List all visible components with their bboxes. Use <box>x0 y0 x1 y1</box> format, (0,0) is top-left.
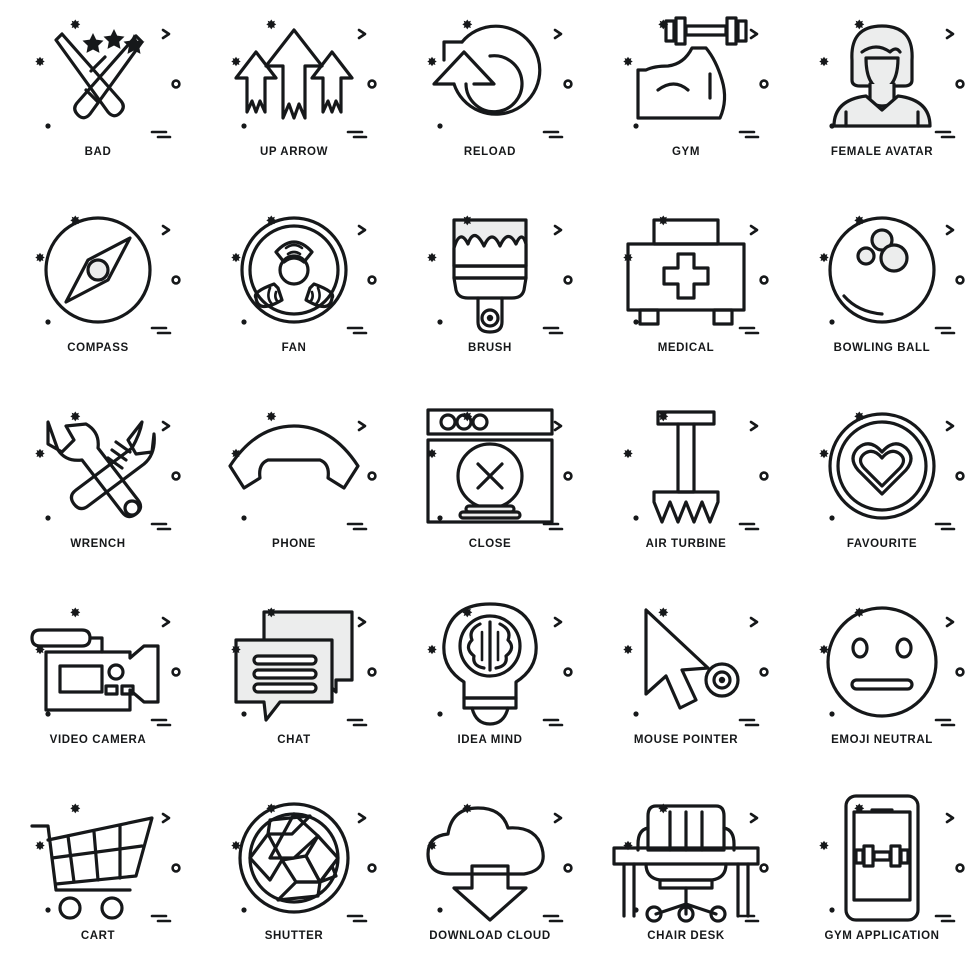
icon-tile-download-cloud[interactable]: DOWNLOAD CLOUD <box>392 784 588 980</box>
shoulder-video-camera-icon <box>12 596 184 728</box>
icon-label: COMPASS <box>67 342 129 354</box>
icon-label: EMOJI NEUTRAL <box>831 734 933 746</box>
icon-label: BOWLING BALL <box>833 342 931 354</box>
icon-tile-fan[interactable]: FAN <box>196 196 392 392</box>
icon-label: CLOSE <box>468 538 512 550</box>
icon-label: IDEA MIND <box>457 734 523 746</box>
three-blade-fan-in-circle-icon <box>208 204 380 336</box>
paint-brush-with-paint-icon <box>404 204 576 336</box>
icon-label: GYM <box>672 146 700 158</box>
icon-tile-compass[interactable]: COMPASS <box>0 196 196 392</box>
camera-aperture-blades-icon <box>208 792 380 924</box>
crossed-wrenches-icon <box>12 400 184 532</box>
icon-tile-female-avatar[interactable]: FEMALE AVATAR <box>784 0 980 196</box>
icon-tile-close[interactable]: CLOSE <box>392 392 588 588</box>
icon-tile-air-turbine[interactable]: AIR TURBINE <box>588 392 784 588</box>
icon-tile-bad[interactable]: BAD <box>0 0 196 196</box>
three-upward-arrows-icon <box>208 8 380 140</box>
icon-tile-brush[interactable]: BRUSH <box>392 196 588 392</box>
icon-label: PHONE <box>272 538 316 550</box>
icon-tile-shutter[interactable]: SHUTTER <box>196 784 392 980</box>
icon-tile-phone[interactable]: PHONE <box>196 392 392 588</box>
browser-window-with-x-icon <box>404 400 576 532</box>
icon-tile-wrench[interactable]: WRENCH <box>0 392 196 588</box>
icon-tile-idea-mind[interactable]: IDEA MIND <box>392 588 588 784</box>
icon-tile-favourite[interactable]: FAVOURITE <box>784 392 980 588</box>
office-desk-and-chair-icon <box>600 792 772 924</box>
icon-label: BRUSH <box>468 342 512 354</box>
icon-label: MEDICAL <box>657 342 715 354</box>
icon-label: GYM APPLICATION <box>824 930 940 942</box>
icon-label: MOUSE POINTER <box>633 734 739 746</box>
cloud-with-down-arrow-icon <box>404 792 576 924</box>
cursor-arrow-with-target-icon <box>600 596 772 728</box>
icon-tile-chair-desk[interactable]: CHAIR DESK <box>588 784 784 980</box>
icon-tile-chat[interactable]: CHAT <box>196 588 392 784</box>
crossed-cricket-bats-with-stars-icon <box>12 8 184 140</box>
icon-label: VIDEO CAMERA <box>49 734 147 746</box>
icon-tile-gym[interactable]: GYM <box>588 0 784 196</box>
smartphone-with-dumbbell-icon <box>796 792 968 924</box>
woman-bust-portrait-icon <box>796 8 968 140</box>
icon-tile-video-camera[interactable]: VIDEO CAMERA <box>0 588 196 784</box>
icon-label: RELOAD <box>463 146 517 158</box>
icon-tile-mouse-pointer[interactable]: MOUSE POINTER <box>588 588 784 784</box>
icon-tile-up-arrow[interactable]: UP ARROW <box>196 0 392 196</box>
icon-label: FAN <box>281 342 307 354</box>
icon-label: AIR TURBINE <box>645 538 727 550</box>
icon-label: CHAT <box>277 734 311 746</box>
two-speech-bubbles-with-lines-icon <box>208 596 380 728</box>
telephone-handset-icon <box>208 400 380 532</box>
icon-label: FAVOURITE <box>846 538 918 550</box>
icon-tile-bowling-ball[interactable]: BOWLING BALL <box>784 196 980 392</box>
icon-label: CHAIR DESK <box>647 930 725 942</box>
icon-tile-emoji-neutral[interactable]: EMOJI NEUTRAL <box>784 588 980 784</box>
shopping-trolley-icon <box>12 792 184 924</box>
icon-label: WRENCH <box>70 538 126 550</box>
icon-label: BAD <box>84 146 112 158</box>
heart-in-circle-icon <box>796 400 968 532</box>
icon-label: DOWNLOAD CLOUD <box>429 930 551 942</box>
compass-needle-in-circle-icon <box>12 204 184 336</box>
icon-label: SHUTTER <box>264 930 324 942</box>
turbine-post-with-blades-icon <box>600 400 772 532</box>
icon-label: CART <box>80 930 116 942</box>
icon-tile-cart[interactable]: CART <box>0 784 196 980</box>
icon-tile-gym-application[interactable]: GYM APPLICATION <box>784 784 980 980</box>
icon-tile-reload[interactable]: RELOAD <box>392 0 588 196</box>
icon-label: FEMALE AVATAR <box>830 146 934 158</box>
icon-tile-medical[interactable]: MEDICAL <box>588 196 784 392</box>
circular-refresh-arrow-icon <box>404 8 576 140</box>
neutral-face-emoji-icon <box>796 596 968 728</box>
first-aid-kit-with-cross-icon <box>600 204 772 336</box>
bowling-ball-three-holes-icon <box>796 204 968 336</box>
light-bulb-with-brain-icon <box>404 596 576 728</box>
icon-grid: BAD UP ARROW RELOAD GYM FEMALE AVATAR CO… <box>0 0 980 980</box>
flexed-arm-with-dumbbell-icon <box>600 8 772 140</box>
icon-label: UP ARROW <box>259 146 329 158</box>
